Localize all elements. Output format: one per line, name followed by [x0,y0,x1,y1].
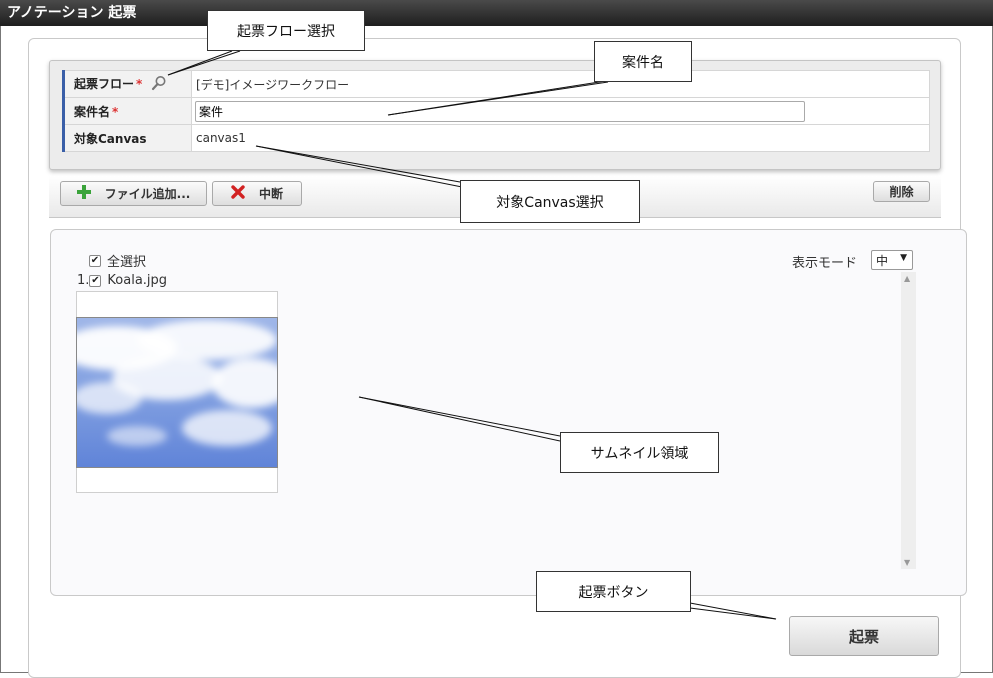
case-name-label: 案件名 [74,104,111,119]
callout-submit-button: 起票ボタン [536,571,691,612]
delete-button[interactable]: 削除 [873,181,930,202]
select-all-checkbox[interactable]: ✔ [89,254,101,267]
cross-icon [231,185,245,202]
thumbnail-filename: Koala.jpg [107,273,168,288]
add-file-button[interactable]: ファイル追加... [60,181,207,206]
window-title: アノテーション 起票 [0,0,993,26]
select-all-row: ✔ 全選択 [89,251,146,270]
form-row-canvas: 対象Canvas canvas1 [62,124,930,152]
thumbnail-index: 1. [77,273,90,288]
display-mode-value: 中 [876,253,889,268]
plus-icon [76,185,91,202]
search-icon[interactable] [151,75,167,94]
scroll-up-icon[interactable]: ▲ [904,274,910,283]
canvas-label: 対象Canvas [74,131,147,146]
form-table: 起票フロー* [デモ]イメージワークフロー 案件名* 対象Canvas [62,70,930,152]
thumbnail-checkbox[interactable]: ✔ [89,274,102,287]
callout-canvas-select: 対象Canvas選択 [460,180,640,223]
flow-label-cell: 起票フロー * [62,70,192,98]
submit-button[interactable]: 起票 [789,616,939,656]
abort-label: 中断 [258,187,283,201]
display-mode-label: 表示モード [792,256,858,271]
flow-value: [デモ]イメージワークフロー [191,70,930,98]
case-name-cell [191,97,930,125]
scroll-down-icon[interactable]: ▼ [904,558,910,567]
flow-label: 起票フロー [74,76,135,91]
chevron-down-icon: ▼ [900,253,907,263]
delete-label: 削除 [889,185,914,199]
callout-case-name: 案件名 [594,41,692,82]
canvas-value[interactable]: canvas1 [191,124,930,152]
callout-flow-select: 起票フロー選択 [207,10,365,51]
form-row-flow: 起票フロー * [デモ]イメージワークフロー [62,70,930,98]
thumbnail-item-row: 1. ✔ Koala.jpg [77,273,167,288]
callout-thumbnail-area: サムネイル領域 [560,432,719,473]
form-panel: 起票フロー* [デモ]イメージワークフロー 案件名* 対象Canvas [49,60,941,170]
abort-button[interactable]: 中断 [212,181,302,206]
case-name-input[interactable] [195,100,805,122]
required-mark: * [112,104,119,119]
required-mark: * [136,76,143,91]
thumbnail-image[interactable] [76,317,278,468]
select-all-label: 全選択 [107,255,147,270]
display-mode-select[interactable]: 中 ▼ [871,250,913,270]
case-name-label-cell: 案件名 * [62,97,192,125]
add-file-label: ファイル追加... [104,187,191,201]
thumbnail-scrollbar[interactable]: ▲ ▼ [901,272,916,569]
form-row-case-name: 案件名 * [62,97,930,125]
canvas-label-cell: 対象Canvas [62,124,192,152]
